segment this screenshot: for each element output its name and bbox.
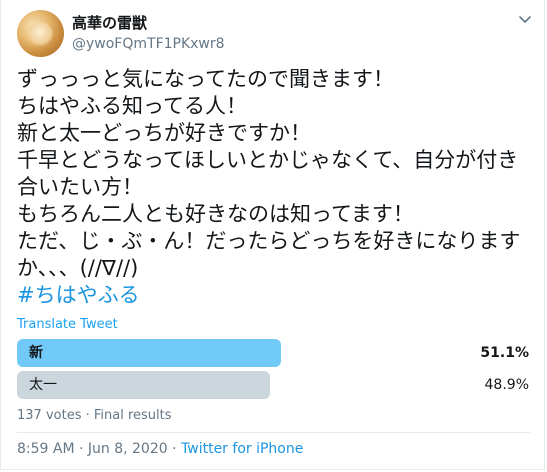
poll-option: 新 51.1% (17, 339, 533, 367)
avatar[interactable] (17, 10, 64, 57)
chevron-down-icon[interactable] (516, 10, 534, 28)
tweet-meta: 8:59 AM · Jun 8, 2020 · Twitter for iPho… (17, 440, 303, 458)
tweet-card: 高華の雷獣 @ywoFQmTF1PKxwr8 ずっっっと気になってたので聞きます… (0, 0, 545, 470)
tweet-line: 千早とどうなってほしいとかじゃなくて、自分が付き (17, 148, 519, 172)
tweet-line: ちはやふる知ってる人！ (17, 94, 247, 118)
timestamp[interactable]: 8:59 AM · Jun 8, 2020 · (17, 441, 181, 457)
tweet-line: 新と太一どっちが好きですか！ (17, 121, 311, 145)
poll-bar (17, 339, 281, 367)
tweet-line: ずっっっと気になってたので聞きます！ (17, 67, 394, 91)
author-display-name[interactable]: 高華の雷獣 (72, 14, 147, 32)
tweet-line: ただ、じ・ぶ・ん！だったらどっちを好きになります (17, 229, 521, 253)
source-link[interactable]: Twitter for iPhone (181, 441, 303, 457)
author-handle[interactable]: @ywoFQmTF1PKxwr8 (72, 35, 225, 53)
poll-option-label: 新 (29, 345, 43, 361)
poll-summary: 137 votes · Final results (17, 408, 172, 423)
tweet-line: もちろん二人とも好きなのは知ってます！ (17, 202, 414, 226)
poll-option: 太一 48.9% (17, 371, 533, 399)
tweet-text: ずっっっと気になってたので聞きます！ ちはやふる知ってる人！ 新と太一どっちが好… (17, 66, 537, 309)
poll-option-percent: 48.9% (484, 377, 529, 393)
divider (17, 432, 530, 433)
poll-option-percent: 51.1% (480, 345, 529, 361)
tweet-line: か、、、(//∇//) (17, 256, 139, 280)
tweet-line: 合いたい方！ (17, 175, 143, 199)
hashtag-link[interactable]: #ちはやふる (17, 282, 537, 309)
translate-tweet-link[interactable]: Translate Tweet (17, 317, 118, 333)
poll-option-label: 太一 (29, 377, 57, 393)
